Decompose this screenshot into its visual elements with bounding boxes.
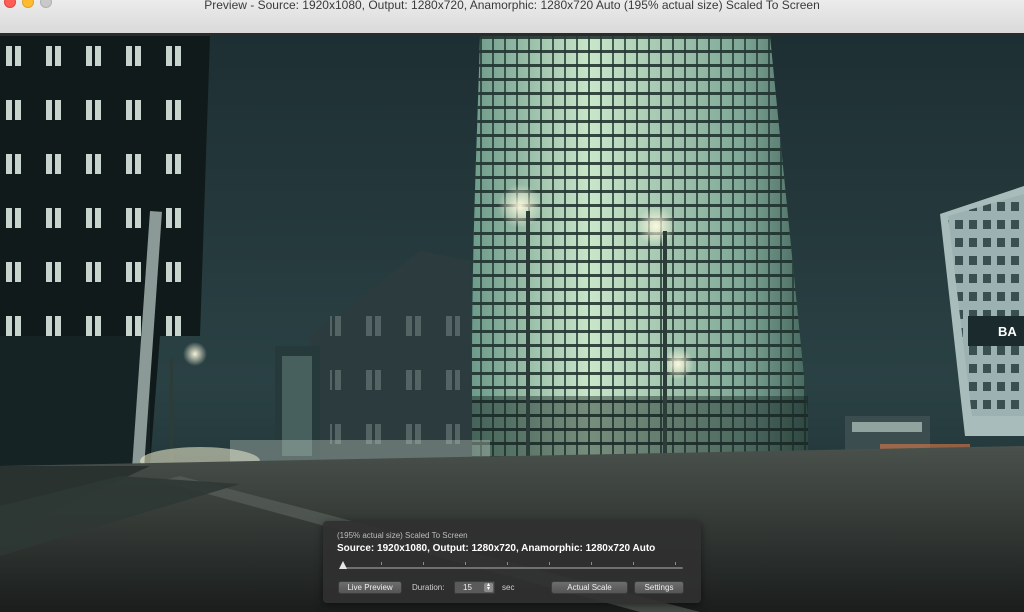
scrubber-tick [507, 562, 508, 565]
scale-status-text: (195% actual size) Scaled To Screen [337, 531, 468, 540]
window-title-bar: Preview - Source: 1920x1080, Output: 128… [0, 0, 1024, 34]
duration-field[interactable]: 15 ▴ ▾ [454, 581, 495, 594]
scrubber-tick [675, 562, 676, 565]
duration-label: Duration: [412, 583, 445, 592]
duration-value: 15 [463, 583, 472, 592]
source-output-info: Source: 1920x1080, Output: 1280x720, Ana… [337, 543, 656, 554]
scrubber-tick [591, 562, 592, 565]
building-sign-text: BA [998, 324, 1017, 339]
scrubber-tick [549, 562, 550, 565]
preview-scrubber-track[interactable] [341, 567, 683, 569]
duration-unit-label: sec [502, 583, 515, 592]
preview-hud: (195% actual size) Scaled To Screen Sour… [323, 521, 701, 603]
preview-scrubber-thumb[interactable] [339, 561, 347, 569]
actual-scale-button[interactable]: Actual Scale [551, 581, 628, 594]
scrubber-tick [465, 562, 466, 565]
live-preview-button[interactable]: Live Preview [338, 581, 402, 594]
scrubber-tick [381, 562, 382, 565]
settings-button[interactable]: Settings [634, 581, 684, 594]
scrubber-tick [423, 562, 424, 565]
duration-stepper[interactable]: ▴ ▾ [484, 582, 493, 592]
window-title: Preview - Source: 1920x1080, Output: 128… [204, 0, 820, 12]
scrubber-tick [633, 562, 634, 565]
